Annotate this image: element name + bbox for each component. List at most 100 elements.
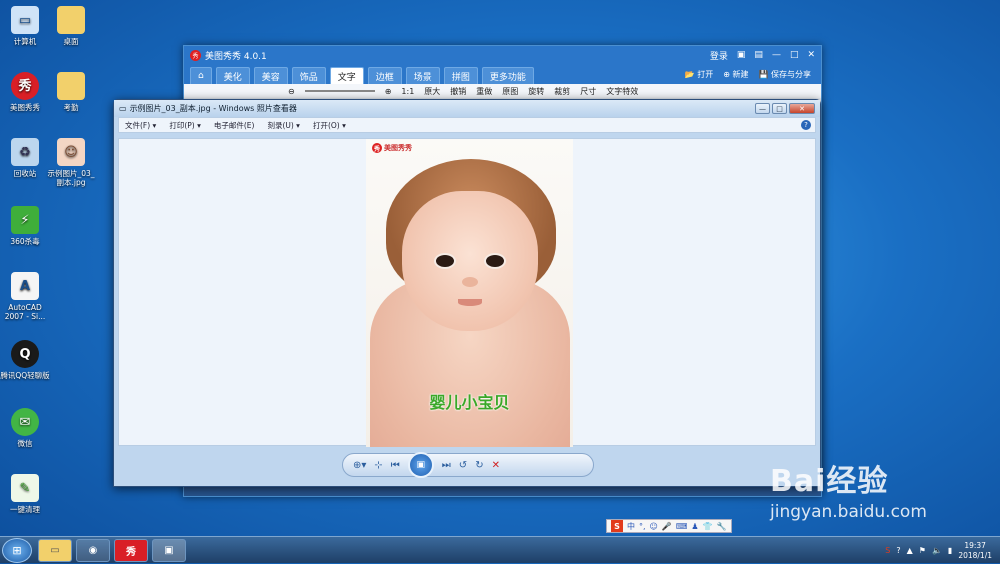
taskbar-photo-viewer[interactable]: ▣	[152, 538, 186, 562]
punctuation-icon[interactable]: °,	[639, 522, 646, 531]
clock-date: 2018/1/1	[958, 550, 992, 560]
delete-icon[interactable]: ✕	[492, 460, 500, 471]
image-canvas: 秀 美图秀秀 婴儿小宝贝	[118, 138, 816, 447]
desktop-icon-label: 考勤	[63, 103, 79, 112]
start-button[interactable]: ⊞	[2, 537, 32, 563]
meitu-login-link[interactable]: 登录	[710, 49, 728, 62]
desktop-icon-autocad[interactable]: A AutoCAD 2007 - Si...	[0, 272, 50, 321]
zoom-out-icon[interactable]: ⊖	[288, 87, 295, 96]
browser-icon: ◉	[88, 544, 98, 556]
desktop-icon-label: AutoCAD 2007 - Si...	[4, 303, 46, 321]
maximize-icon[interactable]: □	[790, 50, 799, 60]
taskbar: ⊞ ▭ ◉ 秀 ▣ S ? ▲ ⚑ 🔈 ▮ 19:37 2018/1/1	[0, 536, 1000, 563]
menu-file[interactable]: 文件(F) ▾	[125, 120, 156, 131]
open-button[interactable]: 📂 打开	[685, 69, 714, 80]
skin-icon[interactable]: ▤	[754, 50, 763, 60]
original-size-button[interactable]: 原大	[424, 86, 440, 97]
actual-size-icon[interactable]: ⊹	[374, 460, 382, 471]
user-icon[interactable]: ♟	[691, 522, 698, 531]
zoom-icon[interactable]: ⊕▾	[353, 460, 366, 471]
open-label: 打开	[697, 69, 714, 79]
viewer-menubar: 文件(F) ▾ 打印(P) ▾ 电子邮件(E) 刻录(U) ▾ 打开(O) ▾ …	[118, 117, 816, 133]
desktop-icon-label: 腾讯QQ轻聊版	[0, 371, 50, 380]
clock[interactable]: 19:37 2018/1/1	[958, 541, 992, 561]
help-tray-icon[interactable]: ?	[896, 546, 900, 555]
photo-viewer-icon: ▣	[164, 544, 174, 556]
keyboard-icon[interactable]: ⌨	[676, 522, 688, 531]
redo-button[interactable]: 重做	[476, 86, 492, 97]
desktop-icon-qq[interactable]: Q 腾讯QQ轻聊版	[0, 340, 50, 380]
maximize-button[interactable]: □	[772, 103, 787, 114]
text-effects-label: 文字特效	[606, 86, 639, 96]
menu-print[interactable]: 打印(P) ▾	[169, 120, 201, 131]
emoji-icon[interactable]: ☺	[650, 522, 658, 531]
save-share-button[interactable]: 💾 保存与分享	[758, 69, 811, 80]
zoom-in-icon[interactable]: ⊕	[385, 87, 392, 96]
close-icon[interactable]: ✕	[807, 50, 815, 60]
tab-accessories[interactable]: 饰品	[291, 67, 326, 84]
tab-beauty[interactable]: 美容	[253, 67, 288, 84]
rotate-right-icon[interactable]: ↻	[475, 460, 483, 471]
undo-button[interactable]: 撤销	[450, 86, 466, 97]
speaker-icon[interactable]: 🔈	[932, 546, 942, 555]
viewer-controls: ⊕▾ ⊹ ⏮ ▣ ⏭ ↺ ↻ ✕	[342, 452, 594, 478]
expand-tray-icon[interactable]: ▲	[907, 546, 913, 555]
ime-toolbar[interactable]: S 中 °, ☺ 🎤 ⌨ ♟ 👕 🔧	[606, 519, 732, 533]
menu-open[interactable]: 打开(O) ▾	[313, 120, 346, 131]
sogou-tray-icon[interactable]: S	[885, 546, 890, 555]
tab-beautify[interactable]: 美化	[215, 67, 250, 84]
taskbar-explorer[interactable]: ▭	[38, 538, 72, 562]
slideshow-button[interactable]: ▣	[407, 452, 434, 478]
desktop-icon-folder-desktop[interactable]: 桌面	[46, 6, 96, 46]
menu-label: 打开(O)	[312, 120, 340, 130]
ime-mode[interactable]: 中	[627, 521, 635, 532]
menu-burn[interactable]: 刻录(U) ▾	[267, 120, 300, 131]
taskbar-meitu[interactable]: 秀	[114, 538, 148, 562]
skin-icon[interactable]: 👕	[703, 522, 713, 531]
previous-icon[interactable]: ⏮	[391, 460, 400, 471]
settings-icon[interactable]: 🔧	[717, 522, 727, 531]
zoom-ratio[interactable]: 1:1	[401, 87, 414, 96]
meitu-logo-icon: 秀	[190, 49, 201, 61]
desktop-icon-label: 一键清理	[10, 505, 40, 514]
menu-email[interactable]: 电子邮件(E)	[214, 120, 255, 131]
tab-scene[interactable]: 场景	[405, 67, 440, 84]
watermark-brand: Bai经验	[770, 464, 889, 499]
close-button[interactable]: ✕	[789, 103, 815, 114]
tab-text[interactable]: 文字	[329, 67, 364, 84]
desktop-icon-recycle-bin[interactable]: ♻ 回收站	[0, 138, 50, 178]
help-icon[interactable]: ?	[801, 120, 811, 130]
original-image-button[interactable]: 原图	[502, 86, 518, 97]
rotate-button[interactable]: 旋转	[528, 86, 544, 97]
recycle-bin-icon: ♻	[11, 138, 39, 166]
desktop-icon-computer[interactable]: ▭ 计算机	[0, 6, 50, 46]
network-icon[interactable]: ▮	[948, 546, 952, 555]
stamp-text: 美图秀秀	[384, 144, 412, 152]
sogou-icon: S	[611, 520, 623, 532]
desktop-icon-folder-attendance[interactable]: 考勤	[46, 72, 96, 112]
tab-collage[interactable]: 拼图	[443, 67, 478, 84]
zoom-slider[interactable]	[304, 90, 375, 92]
minimize-button[interactable]: —	[755, 103, 770, 114]
tab-more[interactable]: 更多功能	[481, 67, 534, 84]
tab-border[interactable]: 边框	[367, 67, 402, 84]
tab-home[interactable]: ⌂	[190, 67, 212, 84]
desktop-icon-image-file[interactable]: ☺ 示例图片_03_副本.jpg	[46, 138, 96, 187]
desktop-icon-wechat[interactable]: ✉ 微信	[0, 408, 50, 448]
desktop-icon-360[interactable]: ⚡ 360杀毒	[0, 206, 50, 246]
crop-button[interactable]: 裁剪	[554, 86, 570, 97]
desktop-icon-cleanup[interactable]: ✎ 一键清理	[0, 474, 50, 514]
minimize-icon[interactable]: —	[772, 50, 781, 60]
message-icon[interactable]: ▣	[737, 50, 746, 60]
next-icon[interactable]: ⏭	[442, 460, 451, 471]
mic-icon[interactable]: 🎤	[662, 522, 672, 531]
watermark-url: jingyan.baidu.com	[770, 502, 927, 522]
new-button[interactable]: ⊕ 新建	[723, 69, 748, 80]
flag-icon[interactable]: ⚑	[919, 546, 926, 555]
photo-nose	[462, 277, 478, 287]
taskbar-chrome[interactable]: ◉	[76, 538, 110, 562]
resize-button[interactable]: 尺寸	[580, 86, 596, 97]
rotate-left-icon[interactable]: ↺	[459, 460, 467, 471]
shield-icon: ⚡	[11, 206, 39, 234]
desktop-icon-meitu[interactable]: 秀 美图秀秀	[0, 72, 50, 112]
